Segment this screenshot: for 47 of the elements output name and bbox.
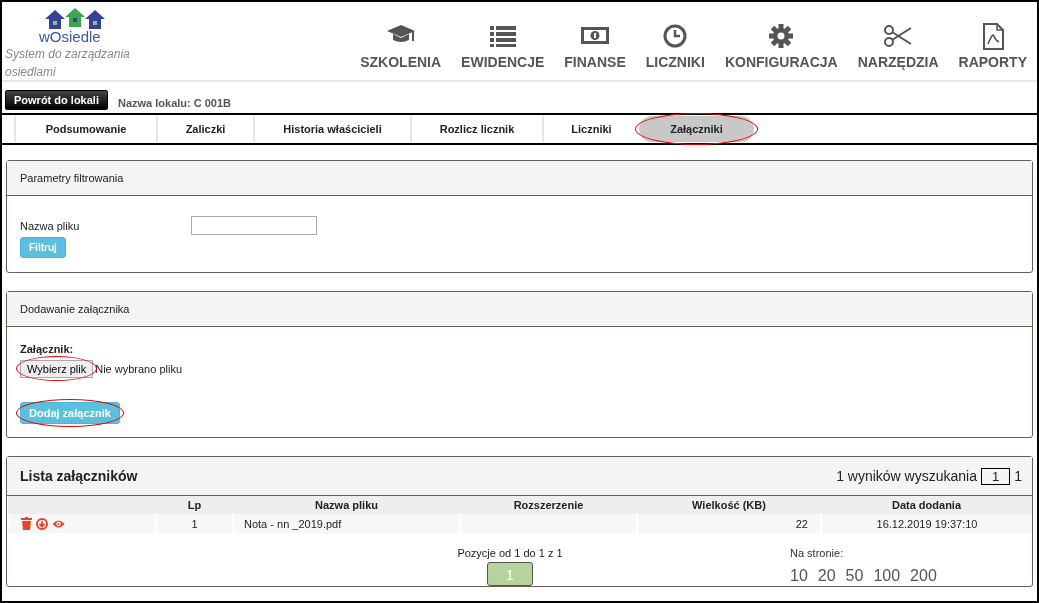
page-total: 1 xyxy=(1014,468,1022,484)
houses-logo-icon xyxy=(45,7,105,29)
nav-link[interactable]: EWIDENCJE xyxy=(451,22,555,80)
logo-text: wOsiedle xyxy=(38,29,102,45)
panel-title: Dodawanie załącznika xyxy=(20,303,130,315)
results-count: 1 wyników wyszukania xyxy=(836,468,977,484)
choose-file-button[interactable]: Wybierz plik xyxy=(20,360,94,378)
per-page-option[interactable]: 200 xyxy=(910,567,937,585)
panel-title: Lista załączników xyxy=(20,468,138,484)
tab[interactable]: Historia właścicieli xyxy=(253,116,410,142)
table-cell: 1 xyxy=(156,514,233,533)
download-icon[interactable] xyxy=(36,517,48,530)
per-page-option[interactable]: 10 xyxy=(790,567,808,585)
field-label: Nazwa pliku xyxy=(20,219,81,232)
column-header: Nazwa pliku xyxy=(233,496,460,514)
back-button[interactable]: Powrót do lokali xyxy=(5,90,108,110)
trash-icon[interactable] xyxy=(21,517,32,531)
table-cell: Nota - nn _2019.pdf xyxy=(233,514,460,533)
tab[interactable]: Zaliczki xyxy=(156,116,253,142)
panel-title: Parametry filtrowania xyxy=(20,172,124,184)
nav-link[interactable]: KONFIGURACJA xyxy=(714,22,848,80)
filename-input-field[interactable] xyxy=(191,216,317,235)
per-page-label: Na stronie: xyxy=(790,547,845,559)
nav-link[interactable]: LICZNIKI xyxy=(635,22,715,80)
tab[interactable]: Podsumowanie xyxy=(14,116,156,142)
attachment-label: Załącznik: xyxy=(20,343,75,355)
column-header: Rozszerzenie xyxy=(460,496,637,514)
per-page-option[interactable]: 100 xyxy=(873,567,901,585)
column-header: Data dodania xyxy=(821,496,1032,514)
column-header: Wielkość (KB) xyxy=(637,496,821,514)
range-text: Pozycje od 1 do 1 z 1 xyxy=(456,547,564,559)
column-header: Lp xyxy=(156,496,233,514)
unit-name: Nazwa lokalu: C 001B xyxy=(117,97,232,110)
file-status: Nie wybrano pliku xyxy=(95,362,183,375)
tagline: System do zarządzania osiedlami xyxy=(5,46,131,81)
page-input-field[interactable]: 1 xyxy=(980,467,1011,485)
nav-link[interactable]: FINANSE xyxy=(554,22,636,80)
table-cell: 16.12.2019 19:37:10 xyxy=(821,514,1032,533)
per-page-option[interactable]: 50 xyxy=(845,567,864,585)
table-cell: 22 xyxy=(637,514,821,533)
nav-link[interactable]: NARZĘDZIA xyxy=(847,22,949,80)
tab[interactable]: Rozlicz licznik xyxy=(410,116,542,142)
eye-icon[interactable] xyxy=(52,518,65,529)
nav-link[interactable]: RAPORTY xyxy=(948,22,1037,80)
nav-link[interactable]: SZKOLENIA xyxy=(350,22,452,80)
tab[interactable]: Załączniki xyxy=(639,116,754,142)
per-page-option[interactable]: 20 xyxy=(817,567,836,585)
